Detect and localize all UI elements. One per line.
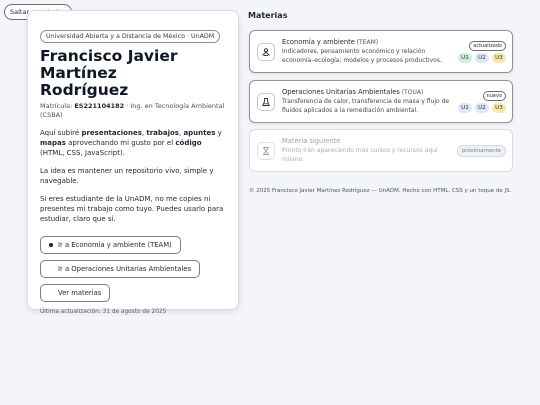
footer-text: © 2025 Francisco Javier Martínez Rodrígu… (249, 188, 512, 194)
p1-t4: y (215, 129, 222, 137)
course-description: Pronto irán apareciendo más cursos y rec… (282, 147, 438, 163)
go-toua-label: Ir a Operaciones Unitarias Ambientales (58, 265, 192, 273)
status-badge: nuevo (482, 90, 506, 101)
institution-badge: Universidad Abierta y a Distancia de Méx… (40, 30, 221, 43)
p1-b1: presentaciones (81, 129, 142, 137)
course-abbr: (TOUA) (399, 89, 424, 96)
course-title: Materia siguiente (282, 137, 341, 145)
course-title: Economía y ambiente (TEAM) (282, 38, 454, 47)
course-abbr: (TEAM) (354, 39, 379, 46)
go-team-button[interactable]: Ir a Economía y ambiente (TEAM) (40, 236, 181, 254)
course-description: Transferencia de calor, transferencia de… (282, 98, 450, 114)
name-line-2: Rodríguez (40, 81, 129, 99)
go-team-label: Ir a Economía y ambiente (TEAM) (58, 241, 172, 249)
view-materias-button[interactable]: Ver materias (40, 284, 111, 302)
materias-heading: Materias (248, 11, 288, 20)
student-meta: Matrícula: ES221104182 · Ing. en Tecnolo… (40, 102, 226, 120)
p1-b4: mapas (40, 139, 66, 147)
p1-t5: aprovechando mi gusto por el (65, 139, 176, 147)
last-updated: Última actualización: 31 de agosto de 20… (40, 309, 167, 315)
course-name: Operaciones Unitarias Ambientales (282, 88, 400, 96)
unit-pill[interactable]: U3 (492, 52, 506, 63)
page-title: Francisco Javier Martínez Rodríguez (40, 48, 226, 99)
flask-icon (257, 92, 275, 111)
p1-t6: (HTML, CSS, JavaScript). (40, 149, 125, 157)
status-badge: actualizado (469, 40, 506, 51)
go-toua-button[interactable]: Ir a Operaciones Unitarias Ambientales (40, 260, 201, 278)
unit-pill[interactable]: U3 (492, 102, 506, 113)
intro-paragraph: Aquí subiré presentaciones, trabajos, ap… (40, 128, 226, 158)
unit-pill[interactable]: U2 (475, 52, 489, 63)
profile-card: Universidad Abierta y a Distancia de Méx… (27, 10, 239, 315)
unit-pill[interactable]: U2 (475, 102, 489, 113)
p1-t1: Aquí subiré (40, 129, 82, 137)
matricula-label: Matrícula: (40, 102, 75, 110)
status-badge: próximamente (456, 144, 506, 157)
course-card-team[interactable]: Economía y ambiente (TEAM) Indicadores, … (249, 30, 513, 73)
unit-pill[interactable]: U1 (458, 52, 472, 63)
name-line-1: Francisco Javier Martínez (40, 47, 178, 82)
notice-paragraph: Si eres estudiante de la UnADM, no me co… (40, 195, 224, 223)
repo-paragraph: La idea es mantener un repositorio vivo,… (40, 167, 214, 185)
matricula-value: ES221104182 (74, 102, 125, 110)
course-card-toua[interactable]: Operaciones Unitarias Ambientales (TOUA)… (249, 80, 513, 123)
course-description: Indicadores, pensamiento económico y rel… (282, 48, 442, 64)
p1-b2: trabajos (146, 129, 179, 137)
course-name: Economía y ambiente (282, 38, 355, 46)
p1-b3: apuntes (183, 129, 216, 137)
view-materias-label: Ver materias (58, 289, 102, 297)
course-card-next: Materia siguiente Pronto irán apareciend… (249, 129, 513, 172)
recycle-people-icon (257, 42, 275, 61)
bullet-icon (49, 243, 53, 247)
course-title: Operaciones Unitarias Ambientales (TOUA) (282, 88, 454, 97)
unit-pill[interactable]: U1 (458, 102, 472, 113)
p1-b5: código (175, 139, 202, 147)
hourglass-icon (257, 141, 275, 160)
